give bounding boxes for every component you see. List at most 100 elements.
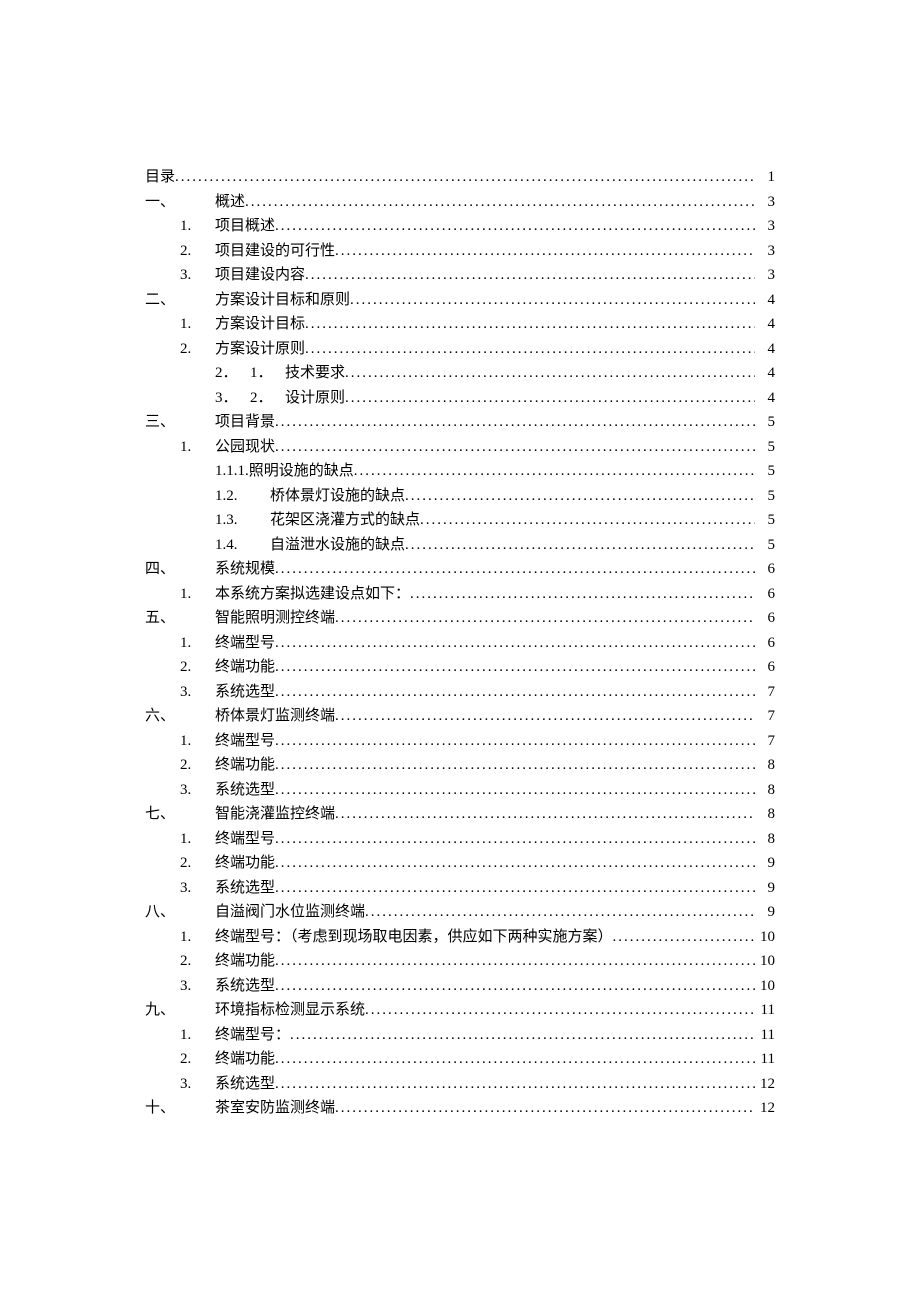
toc-page-number: 10 (755, 925, 775, 950)
toc-page-number: 12 (755, 1096, 775, 1121)
toc-entry-text: 项目概述 (215, 214, 275, 239)
toc-entry: 一、概述3 (145, 190, 775, 215)
toc-entry: 三、项目背景 5 (145, 410, 775, 435)
toc-entry-text: 2． (250, 386, 285, 411)
toc-leader-dots (365, 900, 755, 925)
toc-page-number: 4 (755, 312, 775, 337)
toc-page-number: 9 (755, 851, 775, 876)
toc-page-number: 1 (755, 165, 775, 190)
toc-page-number: 6 (755, 582, 775, 607)
toc-entry: 2.终端功能10 (145, 949, 775, 974)
toc-page-number: 3 (755, 263, 775, 288)
toc-entry-text: 三、 (145, 410, 215, 435)
toc-entry-text: 自溢泄水设施的缺点 (270, 533, 405, 558)
toc-entry-text: 1. (180, 312, 215, 337)
toc-page-number: 4 (755, 337, 775, 362)
toc-entry: 七、智能浇灌监控终端8 (145, 802, 775, 827)
toc-leader-dots (350, 288, 755, 313)
toc-entry-text: 3. (180, 263, 215, 288)
toc-entry-text: 2. (180, 655, 215, 680)
toc-entry-text: 技术要求 (285, 361, 345, 386)
toc-leader-dots (290, 1023, 755, 1048)
toc-entry-text: 3. (180, 680, 215, 705)
toc-entry: 1.本系统方案拟选建设点如下：6 (145, 582, 775, 607)
toc-entry: 1.3.花架区浇灌方式的缺点5 (145, 508, 775, 533)
toc-leader-dots (245, 190, 755, 215)
toc-entry-text: 1. (180, 925, 215, 950)
toc-entry-text: 系统选型 (215, 876, 275, 901)
toc-entry-text: 环境指标检测显示系统 (215, 998, 365, 1023)
toc-leader-dots (365, 998, 755, 1023)
toc-entry-text: 桥体景灯设施的缺点 (270, 484, 405, 509)
toc-entry-text: 七、 (145, 802, 215, 827)
toc-entry-text: 桥体景灯监测终端 (215, 704, 335, 729)
toc-entry: 九、环境指标检测显示系统11 (145, 998, 775, 1023)
toc-leader-dots (275, 851, 755, 876)
toc-entry: 1.方案设计目标 4 (145, 312, 775, 337)
toc-entry-text: 3. (180, 876, 215, 901)
toc-entry-text: 一、 (145, 190, 215, 215)
toc-page-number: 7 (755, 704, 775, 729)
toc-page-number: 5 (755, 459, 775, 484)
toc-entry: 2.终端功能9 (145, 851, 775, 876)
toc-page-number: 4 (755, 386, 775, 411)
toc-page-number: 8 (755, 802, 775, 827)
toc-entry: 1.项目概述3 (145, 214, 775, 239)
toc-leader-dots (410, 582, 755, 607)
toc-leader-dots (305, 263, 755, 288)
toc-entry: 八、自溢阀门水位监测终端9 (145, 900, 775, 925)
toc-entry-text: 方案设计目标 (215, 312, 305, 337)
toc-leader-dots (275, 876, 755, 901)
toc-entry-text: 项目背景 (215, 410, 275, 435)
toc-page-number: 10 (755, 949, 775, 974)
toc-leader-dots (275, 435, 755, 460)
toc-page-number: 7 (755, 680, 775, 705)
toc-leader-dots (275, 655, 755, 680)
toc-leader-dots (275, 827, 755, 852)
toc-entry-text: 2. (180, 1047, 215, 1072)
toc-leader-dots (305, 312, 755, 337)
toc-leader-dots (275, 949, 755, 974)
toc-entry-text: 3. (180, 974, 215, 999)
toc-page-number: 12 (755, 1072, 775, 1097)
toc-entry-text: 十、 (145, 1096, 215, 1121)
toc-entry: 四、系统规模6 (145, 557, 775, 582)
toc-leader-dots (275, 410, 755, 435)
toc-page-number: 5 (755, 484, 775, 509)
toc-entry: 目录1 (145, 165, 775, 190)
toc-entry-text: 2. (180, 337, 215, 362)
toc-leader-dots (335, 1096, 755, 1121)
toc-page-number: 6 (755, 655, 775, 680)
toc-entry-text: 3. (180, 778, 215, 803)
toc-entry-text: 系统选型 (215, 778, 275, 803)
toc-entry-text: 2. (180, 239, 215, 264)
toc-entry-text: 终端功能 (215, 1047, 275, 1072)
toc-entry: 二、方案设计目标和原则4 (145, 288, 775, 313)
toc-entry-text: 茶室安防监测终端 (215, 1096, 335, 1121)
toc-entry-text: 终端型号 (215, 729, 275, 754)
toc-page-number: 11 (755, 1047, 775, 1072)
toc-entry: 3.系统选型12 (145, 1072, 775, 1097)
toc-entry-text: 2. (180, 753, 215, 778)
toc-entry-text: 终端功能 (215, 949, 275, 974)
toc-page-number: 11 (755, 998, 775, 1023)
toc-leader-dots (275, 1047, 755, 1072)
toc-entry-text: 终端型号：（考虑到现场取电因素，供应如下两种实施方案） (215, 925, 613, 950)
toc-page-number: 5 (755, 410, 775, 435)
toc-entry: 六、桥体景灯监测终端7 (145, 704, 775, 729)
toc-entry: 1.终端型号7 (145, 729, 775, 754)
toc-entry-text: 本系统方案拟选建设点如下： (215, 582, 410, 607)
toc-leader-dots (275, 557, 755, 582)
toc-page-number: 8 (755, 778, 775, 803)
toc-entry-text: 1. (180, 631, 215, 656)
toc-leader-dots (275, 631, 755, 656)
toc-entry: 1.1.1.照明设施的缺点5 (145, 459, 775, 484)
toc-entry-text: 3． (215, 386, 250, 411)
toc-leader-dots (275, 753, 755, 778)
toc-entry: 十、茶室安防监测终端 12 (145, 1096, 775, 1121)
toc-entry-text: 五、 (145, 606, 215, 631)
toc-entry: 1.2.桥体景灯设施的缺点5 (145, 484, 775, 509)
toc-entry: 3.项目建设内容3 (145, 263, 775, 288)
toc-leader-dots (613, 925, 755, 950)
toc-entry-text: 智能照明测控终端 (215, 606, 335, 631)
